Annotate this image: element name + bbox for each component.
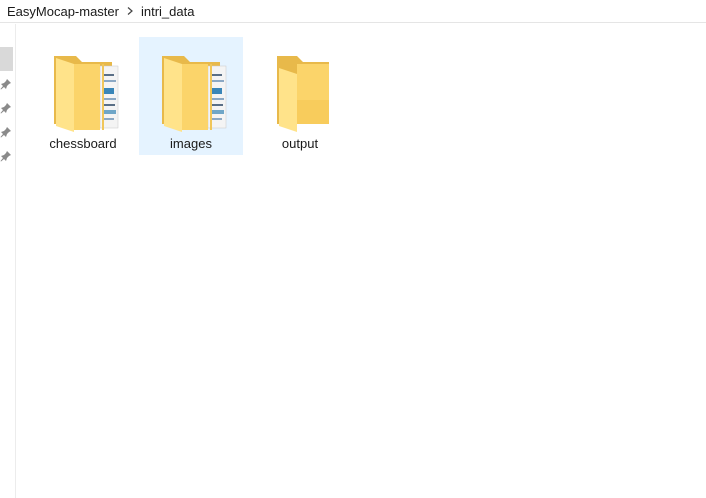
file-explorer-window: EasyMocap-master intri_data chessboard i… [0,0,706,498]
folder-item-images[interactable]: images [139,37,243,155]
folder-label: output [281,136,319,151]
folder-icon [42,44,126,132]
navigation-pane[interactable] [0,24,16,498]
pin-icon[interactable] [0,77,12,90]
breadcrumb-item-intri-data[interactable]: intri_data [138,4,197,19]
folder-content-area[interactable]: chessboard images output [17,24,706,498]
chevron-right-icon[interactable] [122,7,138,15]
breadcrumb-item-easymocap-master[interactable]: EasyMocap-master [4,4,122,19]
pin-icon[interactable] [0,149,12,162]
pin-icon[interactable] [0,125,12,138]
folder-icon [259,44,343,132]
folder-label: images [170,136,212,151]
folder-item-chessboard[interactable]: chessboard [31,37,135,155]
folder-label: chessboard [49,136,117,151]
pin-icon[interactable] [0,101,12,114]
folder-icon [150,44,234,132]
breadcrumb: EasyMocap-master intri_data [0,0,706,23]
nav-item-selected[interactable] [0,47,13,71]
folder-item-output[interactable]: output [248,37,352,155]
